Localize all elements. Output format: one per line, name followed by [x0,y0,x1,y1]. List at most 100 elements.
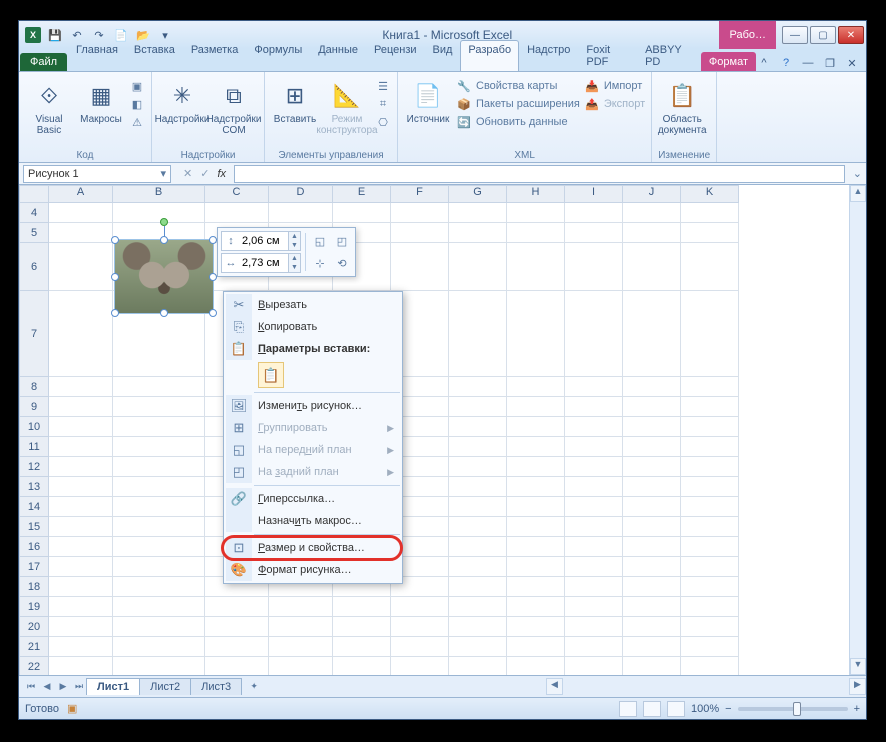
resize-handle-se[interactable] [209,309,217,317]
cell[interactable] [449,497,507,517]
ribbon-small-item[interactable]: ☰ [375,78,391,94]
expand-formula-icon[interactable]: ⌄ [849,167,866,180]
cell[interactable] [681,417,739,437]
cell[interactable] [113,377,205,397]
cell[interactable] [507,617,565,637]
cell[interactable] [449,223,507,243]
file-tab[interactable]: Файл [20,53,67,71]
row-header[interactable]: 13 [19,477,49,497]
cell[interactable] [449,557,507,577]
cell[interactable] [49,557,113,577]
cell[interactable] [507,457,565,477]
ribbon-tab-9[interactable]: Foxit PDF [578,40,637,71]
ribbon-tab-7[interactable]: Разрабо [460,40,519,71]
cell[interactable] [449,417,507,437]
cell[interactable] [623,517,681,537]
row-header[interactable]: 14 [19,497,49,517]
cell[interactable] [507,397,565,417]
cell[interactable] [681,477,739,497]
ribbon-small-item[interactable]: ⌗ [375,96,391,112]
cell[interactable] [681,497,739,517]
cell[interactable] [507,557,565,577]
context-menu-item[interactable]: 🖼Изменить рисунок… [226,395,400,417]
cell[interactable] [449,203,507,223]
cell[interactable] [565,223,623,243]
page-layout-view-button[interactable] [643,701,661,717]
resize-handle-w[interactable] [111,273,119,281]
ribbon-minimize-icon[interactable]: ^ [756,55,772,71]
zoom-slider[interactable] [738,707,848,711]
ribbon-tab-10[interactable]: ABBYY PD [637,40,701,71]
row-header[interactable]: 18 [19,577,49,597]
cell[interactable] [205,203,269,223]
cell[interactable] [565,617,623,637]
zoom-out-button[interactable]: − [725,703,731,715]
cell[interactable] [623,377,681,397]
cell[interactable] [623,203,681,223]
cell[interactable] [391,597,449,617]
cell[interactable] [449,617,507,637]
cell[interactable] [681,457,739,477]
cell[interactable] [449,377,507,397]
cancel-formula-icon[interactable]: ✕ [183,167,192,180]
height-spinner[interactable]: ↕ ▲▼ [221,231,301,251]
ribbon-tab-3[interactable]: Формулы [246,40,310,71]
zoom-in-button[interactable]: + [854,703,860,715]
cell[interactable] [113,577,205,597]
cell[interactable] [681,517,739,537]
com-addins-button[interactable]: ⧉НадстройкиCOM [210,78,258,138]
row-header[interactable]: 17 [19,557,49,577]
cell[interactable] [507,597,565,617]
cell[interactable] [507,243,565,291]
tab-nav-first[interactable]: ⏮ [23,679,39,695]
cell[interactable] [449,437,507,457]
context-menu-item[interactable]: 📋Параметры вставки: [226,338,400,360]
cell[interactable] [681,243,739,291]
cell[interactable] [565,377,623,397]
ribbon-small-item[interactable]: 📥Импорт [584,78,645,94]
cell[interactable] [333,617,391,637]
cell[interactable] [681,537,739,557]
ribbon-tab-6[interactable]: Вид [425,40,461,71]
cell[interactable] [681,637,739,657]
ribbon-small-item[interactable]: ⎔ [375,114,391,130]
cell[interactable] [623,397,681,417]
cell[interactable] [269,597,333,617]
cell[interactable] [333,203,391,223]
ribbon-tab-4[interactable]: Данные [310,40,366,71]
cell[interactable] [391,203,449,223]
ribbon-small-item[interactable]: 🔄Обновить данные [456,114,580,130]
cell[interactable] [113,617,205,637]
cell[interactable] [507,577,565,597]
cell[interactable] [49,597,113,617]
row-header[interactable]: 6 [19,243,49,291]
cell[interactable] [565,517,623,537]
cell[interactable] [49,223,113,243]
cell[interactable] [113,597,205,617]
cell[interactable] [391,223,449,243]
cell[interactable] [507,537,565,557]
resize-handle-sw[interactable] [111,309,119,317]
cell[interactable] [507,417,565,437]
cell[interactable] [113,203,205,223]
cell[interactable] [681,223,739,243]
cell[interactable] [113,477,205,497]
column-header[interactable]: B [113,185,205,203]
ribbon-small-item[interactable]: 📦Пакеты расширения [456,96,580,112]
macros-button[interactable]: ▦Макросы [77,78,125,127]
zoom-thumb[interactable] [793,702,801,716]
mdi-restore-icon[interactable]: ❐ [822,55,838,71]
resize-handle-nw[interactable] [111,236,119,244]
cell[interactable] [623,223,681,243]
cell[interactable] [333,637,391,657]
vertical-scrollbar[interactable]: ▲ ▼ [849,185,866,675]
paste-option-button[interactable]: 📋 [258,362,284,388]
cell[interactable] [681,617,739,637]
column-header[interactable]: J [623,185,681,203]
row-header[interactable]: 16 [19,537,49,557]
cell[interactable] [623,243,681,291]
cell[interactable] [565,597,623,617]
row-header[interactable]: 21 [19,637,49,657]
doc-panel-button[interactable]: 📋Областьдокумента [658,78,706,138]
cell[interactable] [113,537,205,557]
